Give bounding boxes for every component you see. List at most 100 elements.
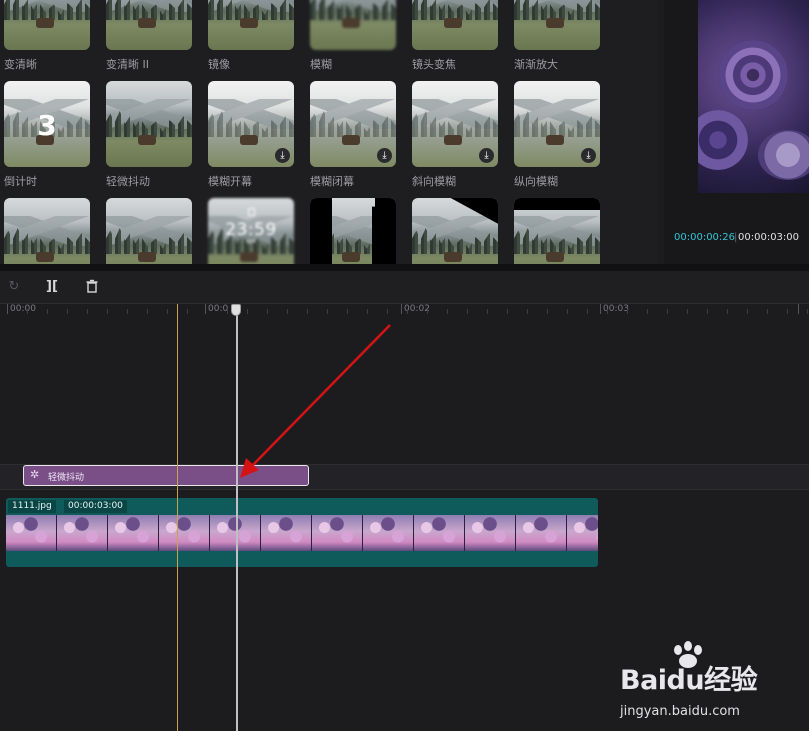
filmstrip-frame [465,515,516,551]
trash-icon [86,279,98,293]
ruler-minor-tick [547,309,548,314]
countdown-number: 3 [37,109,57,142]
effect-thumbnail [106,81,192,167]
effect-thumbnail: 23:59 ddd [208,198,294,264]
time-separator: | [734,232,738,243]
undo-icon[interactable]: ↻ [6,279,22,295]
effect-tile[interactable] [106,198,192,264]
effect-tile[interactable] [412,198,498,264]
effect-tile[interactable]: 变清晰 [4,0,90,72]
clip-name: 1111.jpg [8,500,56,513]
filmstrip [6,515,598,551]
effect-thumbnail [106,198,192,264]
ruler-minor-tick [147,309,148,314]
download-icon[interactable]: ⤓ [377,148,392,163]
effect-tile[interactable]: 模糊 [310,0,396,72]
timeline-ruler[interactable]: 00:00 00:0 00:02 00:03 [0,304,809,318]
filmstrip-frame [261,515,312,551]
ruler-label: 00:0 [208,304,229,314]
download-icon[interactable]: ⤓ [581,148,596,163]
effect-thumbnail: 3 [4,81,90,167]
ruler-minor-tick [127,309,128,314]
ruler-minor-tick [187,309,188,314]
thumbnail-deer [546,135,564,145]
effect-thumbnail [208,0,294,50]
effect-thumbnail [412,0,498,50]
download-icon[interactable]: ⤓ [479,148,494,163]
video-clip[interactable]: 1111.jpg 00:00:03:00 [6,498,598,567]
effect-tile[interactable]: 23:59 ddd [208,198,294,264]
effect-tile[interactable]: 镜头变焦 [412,0,498,72]
timeline-toolbar: ↻ ][ [0,271,809,304]
effect-thumbnail: ⤓ [514,81,600,167]
effect-thumbnail [310,0,396,50]
ruler-minor-tick [687,309,688,314]
ruler-minor-tick [247,309,248,314]
thumbnail-deer [138,135,156,145]
total-time: 00:00:03:00 [738,232,800,243]
clock-time: 23:59 [225,220,277,240]
effect-clip[interactable]: ✲ 轻微抖动 [23,465,309,486]
effect-tile[interactable]: 轻微抖动 [106,81,192,189]
filmstrip-frame [414,515,465,551]
effect-tile[interactable]: 变清晰 II [106,0,192,72]
ruler-minor-tick [567,309,568,314]
thumbnail-deer [444,252,462,262]
ruler-minor-tick [627,309,628,314]
effect-thumbnail [106,0,192,50]
thumbnail-deer [36,252,54,262]
effect-tile[interactable]: ⤓ 模糊闭幕 [310,81,396,189]
ruler-minor-tick [747,309,748,314]
download-icon[interactable]: ⤓ [275,148,290,163]
thumbnail-deer [546,18,564,28]
rose-shape [758,130,809,180]
filmstrip-frame [567,515,598,551]
effect-thumbnail [4,198,90,264]
thumbnail-deer [342,135,360,145]
playhead-handle[interactable] [231,304,241,316]
ruler-minor-tick [67,309,68,314]
ruler-minor-tick [27,309,28,314]
watermark-logo: Baidu经验 [620,665,758,696]
clip-duration: 00:00:03:00 [64,500,127,513]
effect-label: 镜头变焦 [412,58,456,71]
effect-icon: ✲ [30,468,40,481]
thumbnail-deer [444,18,462,28]
split-icon[interactable]: ][ [44,279,60,295]
effect-label: 变清晰 [4,58,37,71]
effect-tile[interactable]: 3 倒计时 [4,81,90,189]
ruler-minor-tick [167,309,168,314]
effect-tile[interactable] [310,198,396,264]
effect-tile[interactable] [4,198,90,264]
playhead-line[interactable] [236,304,238,731]
effect-thumbnail [4,0,90,50]
effect-tile[interactable] [514,198,600,264]
ruler-minor-tick [327,309,328,314]
current-time: 00:00:00:26 [674,232,736,243]
ruler-minor-tick [107,309,108,314]
effect-tile[interactable]: 渐渐放大 [514,0,600,72]
effect-label: 变清晰 II [106,58,149,71]
ruler-minor-tick [427,309,428,314]
effect-tile[interactable]: ⤓ 纵向模糊 [514,81,600,189]
thumbnail-deer [240,135,258,145]
effect-tile[interactable]: 镜像 [208,0,294,72]
ruler-minor-tick [667,309,668,314]
ruler-label: 00:00 [10,304,36,314]
effects-panel: 变清晰 变清晰 II 镜像 模糊 镜头变焦 渐渐放大 3 倒计时 轻微抖动 ⤓ 模糊开幕 ⤓ 模糊闭幕 ⤓… [0,0,658,264]
effect-tile[interactable]: ⤓ 模糊开幕 [208,81,294,189]
delete-icon[interactable] [84,279,100,295]
ruler-major-tick [600,304,601,314]
watermark-url: jingyan.baidu.com [620,704,740,719]
effect-label: 斜向模糊 [412,175,456,188]
ruler-minor-tick [287,309,288,314]
thumbnail-deer [342,18,360,28]
ruler-minor-tick [307,309,308,314]
ruler-minor-tick [407,309,408,314]
effect-thumbnail [514,198,600,264]
thumbnail-deer [36,18,54,28]
effect-tile[interactable]: ⤓ 斜向模糊 [412,81,498,189]
ruler-minor-tick [587,309,588,314]
effect-label: 模糊闭幕 [310,175,354,188]
ruler-major-tick [798,304,799,314]
